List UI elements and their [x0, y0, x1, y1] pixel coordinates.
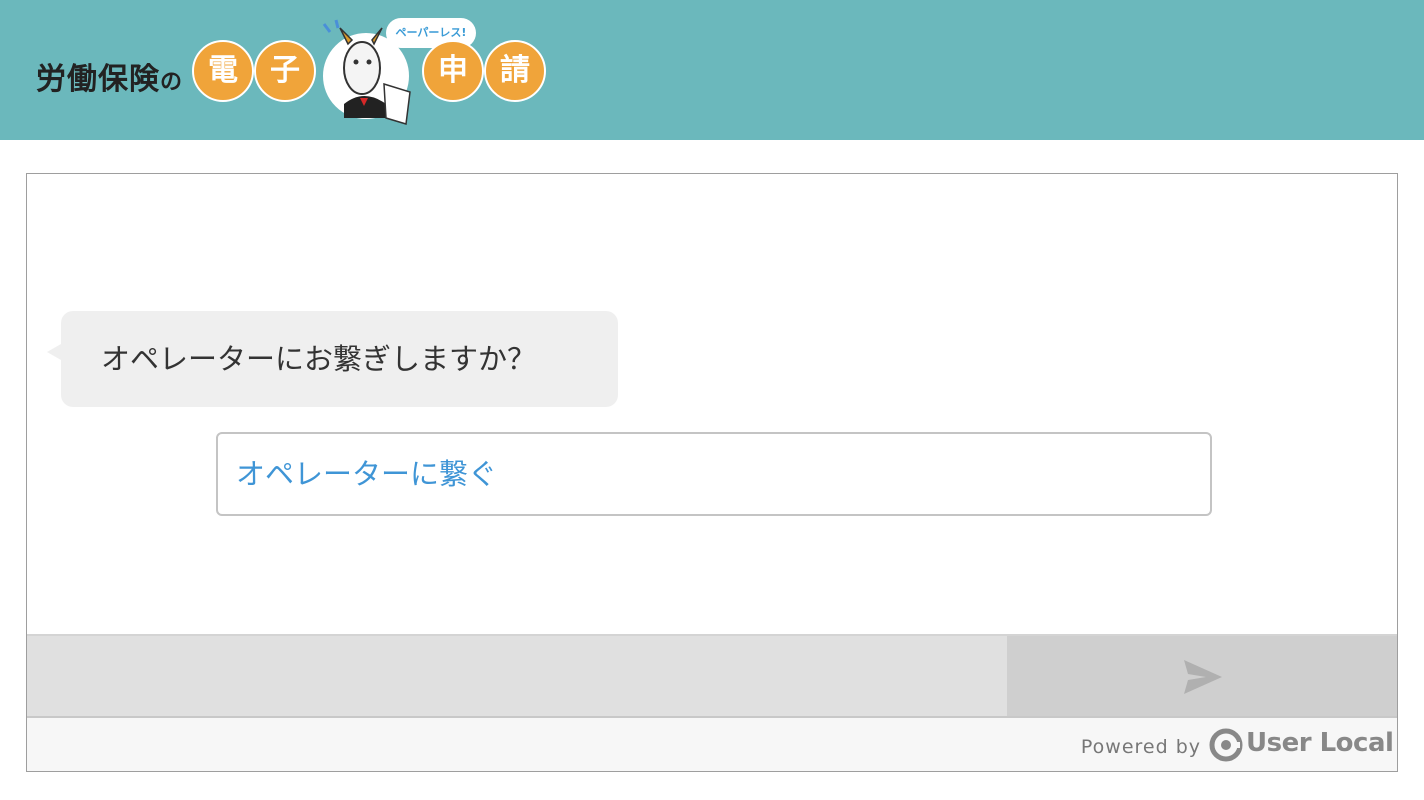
connect-operator-button[interactable]: オペレーターに繋ぐ	[216, 432, 1212, 516]
user-local-logo-icon	[1209, 728, 1243, 762]
logo-circle-4: 請	[484, 40, 546, 102]
chat-input[interactable]	[27, 636, 1007, 716]
site-logo[interactable]: 労働保険の 電 子 ペーパーレス! 申 請	[36, 14, 556, 126]
logo-text: 労働保険	[36, 62, 160, 97]
message-bubble-tail	[47, 344, 61, 360]
input-bar	[27, 634, 1397, 718]
chat-widget: オペレーターにお繋ぎしますか？ オペレーターに繋ぐ Powered by Use…	[26, 173, 1398, 772]
bot-message: オペレーターにお繋ぎしますか？	[61, 311, 618, 407]
send-button[interactable]	[1007, 636, 1397, 716]
user-local-brand[interactable]: User Local	[1246, 728, 1394, 758]
logo-circle-3: 申	[422, 40, 484, 102]
powered-by-label: Powered by	[1080, 736, 1201, 758]
footer: Powered by User Local	[27, 718, 1397, 771]
logo-circle-2: 子	[254, 40, 316, 102]
paper-plane-icon	[1184, 660, 1222, 694]
header: 労働保険の 電 子 ペーパーレス! 申 請	[0, 0, 1424, 140]
logo-particle: の	[160, 70, 184, 95]
logo-circle-1: 電	[192, 40, 254, 102]
